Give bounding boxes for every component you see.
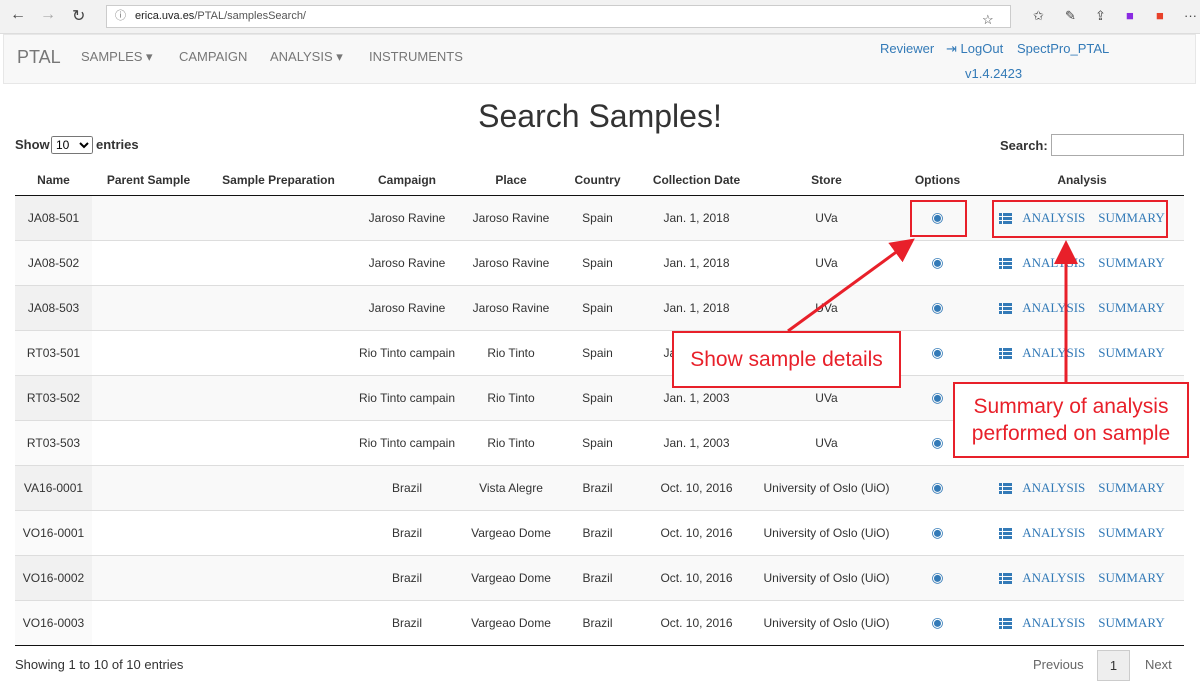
annotation-arrows [787,238,1078,382]
arrow-details [787,238,915,333]
callout-summary: Summary of analysis performed on sample [953,382,1189,458]
callout-details: Show sample details [672,331,901,388]
